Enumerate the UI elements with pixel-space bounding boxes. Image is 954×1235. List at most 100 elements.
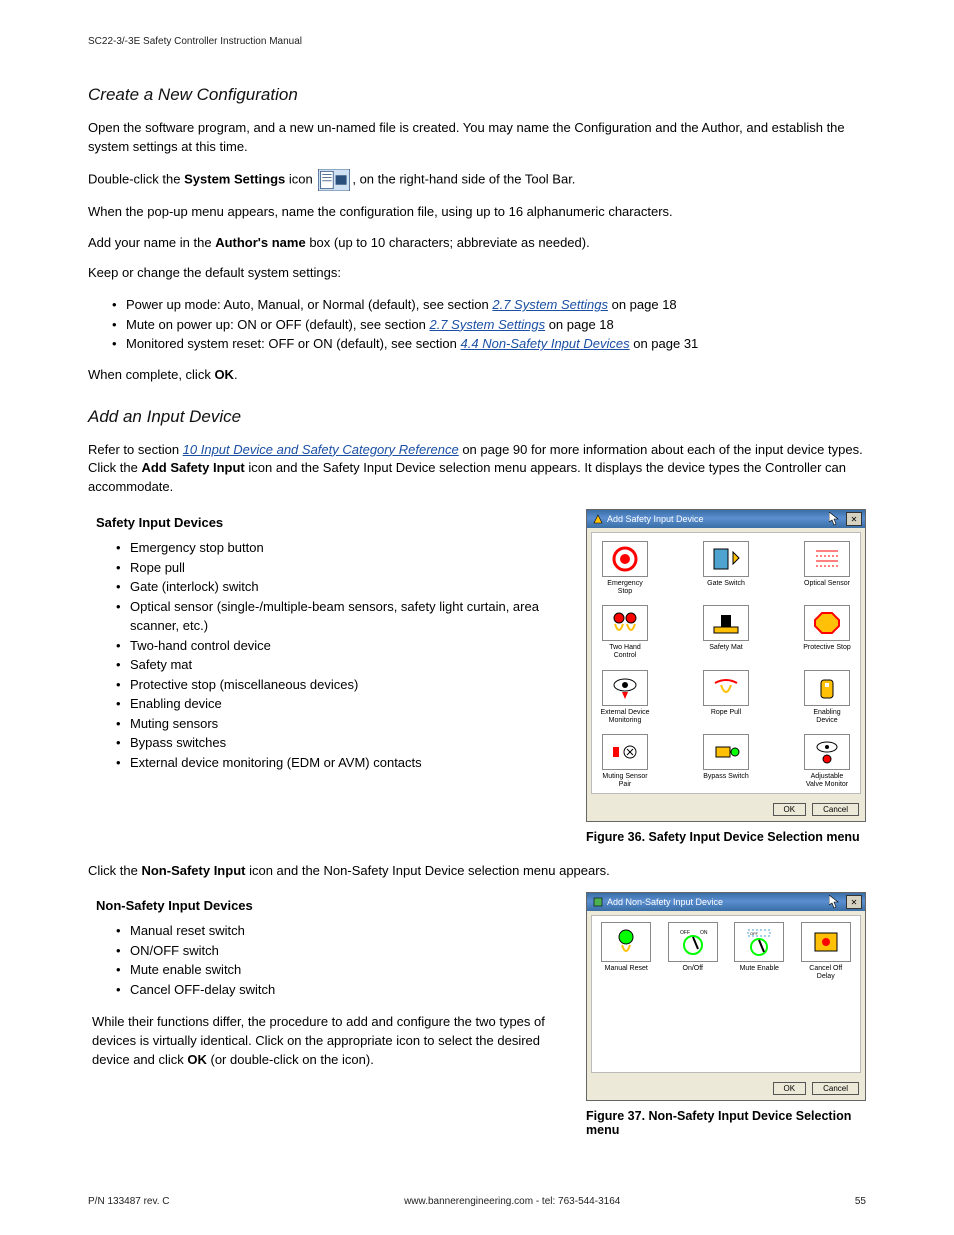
cancel-button[interactable]: Cancel (812, 803, 859, 816)
create-p2: Double-click the System Settings icon , … (88, 169, 866, 191)
device-option-label: Manual Reset (600, 965, 653, 973)
list-item: Mute on power up: ON or OFF (default), s… (112, 315, 866, 335)
device-option-label: Safety Mat (701, 644, 751, 652)
muting-sensor-pair-icon (602, 734, 648, 770)
device-option-label: Rope Pull (701, 709, 751, 717)
device-option-emergency-stop[interactable]: Emergency Stop (600, 541, 650, 595)
close-button[interactable]: ✕ (846, 895, 862, 909)
dialog-titlebar: Add Non-Safety Input Device ✕ (587, 893, 865, 911)
dialog-title: Add Non-Safety Input Device (607, 897, 723, 907)
mouse-cursor-icon (829, 895, 839, 909)
bypass-switch-icon (703, 734, 749, 770)
list-item: Emergency stop button (116, 538, 558, 558)
footer-center: www.bannerengineering.com - tel: 763-544… (404, 1196, 620, 1207)
list-item: Protective stop (miscellaneous devices) (116, 675, 558, 695)
create-p1: Open the software program, and a new un-… (88, 119, 866, 157)
device-option-manual-reset[interactable]: Manual Reset (600, 922, 653, 980)
svg-text:OFF: OFF (750, 931, 759, 936)
nonsafety-para: While their functions differ, the proced… (92, 1013, 558, 1070)
device-option-rope-pull[interactable]: Rope Pull (701, 670, 751, 724)
list-item: Gate (interlock) switch (116, 577, 558, 597)
rope-pull-icon (703, 670, 749, 706)
device-option-enabling-device[interactable]: Enabling Device (802, 670, 852, 724)
device-option-label: Muting Sensor Pair (600, 773, 650, 788)
list-item: Mute enable switch (116, 960, 558, 980)
safety-devices-list: Emergency stop buttonRope pullGate (inte… (92, 538, 558, 772)
list-item: External device monitoring (EDM or AVM) … (116, 753, 558, 773)
device-option-label: Bypass Switch (701, 773, 751, 781)
cancel-off-delay-icon (801, 922, 851, 962)
system-settings-icon (318, 169, 350, 191)
footer-page-number: 55 (855, 1196, 866, 1207)
create-p2-bold: System Settings (184, 171, 285, 186)
device-option-bypass-switch[interactable]: Bypass Switch (701, 734, 751, 788)
nonsafety-devices-list: Manual reset switchON/OFF switchMute ena… (92, 921, 558, 999)
device-option-label: Optical Sensor (802, 580, 852, 588)
device-option-two-hand-control[interactable]: Two Hand Control (600, 605, 650, 659)
on/off-icon: OFF ON (668, 922, 718, 962)
device-option-label: Cancel Off Delay (800, 965, 853, 980)
create-p2-c: icon (285, 171, 316, 186)
list-item: Muting sensors (116, 714, 558, 734)
device-option-label: Enabling Device (802, 709, 852, 724)
device-option-label: External Device Monitoring (600, 709, 650, 724)
xref-link[interactable]: 10 Input Device and Safety Category Refe… (183, 442, 459, 457)
protective-stop-icon (804, 605, 850, 641)
list-item: Manual reset switch (116, 921, 558, 941)
device-option-label: Two Hand Control (600, 644, 650, 659)
create-p2-a: Double-click the (88, 171, 184, 186)
device-option-muting-sensor-pair[interactable]: Muting Sensor Pair (600, 734, 650, 788)
svg-text:ON: ON (700, 930, 708, 936)
device-option-safety-mat[interactable]: Safety Mat (701, 605, 751, 659)
device-option-optical-sensor[interactable]: Optical Sensor (802, 541, 852, 595)
enabling-device-icon (804, 670, 850, 706)
list-item: Rope pull (116, 558, 558, 578)
svg-text:OFF: OFF (680, 930, 690, 936)
close-button[interactable]: ✕ (846, 512, 862, 526)
device-option-mute-enable[interactable]: OFF Mute Enable (733, 922, 786, 980)
section-add-input-title: Add an Input Device (88, 407, 866, 427)
list-item: Power up mode: Auto, Manual, or Normal (… (112, 295, 866, 315)
emergency-stop-icon (602, 541, 648, 577)
device-option-external-device-monitoring[interactable]: External Device Monitoring (600, 670, 650, 724)
device-option-label: Protective Stop (802, 644, 852, 652)
manual-reset-icon (601, 922, 651, 962)
external-device-monitoring-icon (602, 670, 648, 706)
app-icon (593, 897, 603, 907)
list-item: Bypass switches (116, 733, 558, 753)
add-p1: Refer to section 10 Input Device and Saf… (88, 441, 866, 498)
warning-icon (593, 514, 603, 524)
cancel-button[interactable]: Cancel (812, 1082, 859, 1095)
xref-link[interactable]: 2.7 System Settings (492, 297, 608, 312)
ok-button[interactable]: OK (773, 803, 807, 816)
device-option-protective-stop[interactable]: Protective Stop (802, 605, 852, 659)
two-hand-control-icon (602, 605, 648, 641)
create-done: When complete, click OK. (88, 366, 866, 385)
safety-devices-heading: Safety Input Devices (96, 515, 558, 530)
footer-left: P/N 133487 rev. C (88, 1196, 170, 1207)
device-option-cancel-off-delay[interactable]: Cancel Off Delay (800, 922, 853, 980)
device-option-label: Mute Enable (733, 965, 786, 973)
ok-button[interactable]: OK (773, 1082, 807, 1095)
device-option-on/off[interactable]: OFF ON On/Off (667, 922, 720, 980)
mouse-cursor-icon (829, 512, 839, 526)
xref-link[interactable]: 4.4 Non-Safety Input Devices (461, 336, 630, 351)
device-option-label: Gate Switch (701, 580, 751, 588)
page-footer: P/N 133487 rev. C www.bannerengineering.… (88, 1196, 866, 1207)
section-create-config-title: Create a New Configuration (88, 85, 866, 105)
safety-mat-icon (703, 605, 749, 641)
optical-sensor-icon (804, 541, 850, 577)
device-option-adjustable-valve-monitor[interactable]: Adjustable Valve Monitor (802, 734, 852, 788)
device-option-gate-switch[interactable]: Gate Switch (701, 541, 751, 595)
list-item: ON/OFF switch (116, 941, 558, 961)
device-option-label: On/Off (667, 965, 720, 973)
list-item: Cancel OFF-delay switch (116, 980, 558, 1000)
list-item: Monitored system reset: OFF or ON (defau… (112, 334, 866, 354)
list-item: Enabling device (116, 694, 558, 714)
add-safety-input-dialog: Add Safety Input Device ✕ Emergency Stop… (586, 509, 866, 822)
device-option-label: Adjustable Valve Monitor (802, 773, 852, 788)
dialog-titlebar: Add Safety Input Device ✕ (587, 510, 865, 528)
xref-link[interactable]: 2.7 System Settings (429, 317, 545, 332)
device-option-label: Emergency Stop (600, 580, 650, 595)
running-header: SC22-3/-3E Safety Controller Instruction… (88, 36, 866, 47)
